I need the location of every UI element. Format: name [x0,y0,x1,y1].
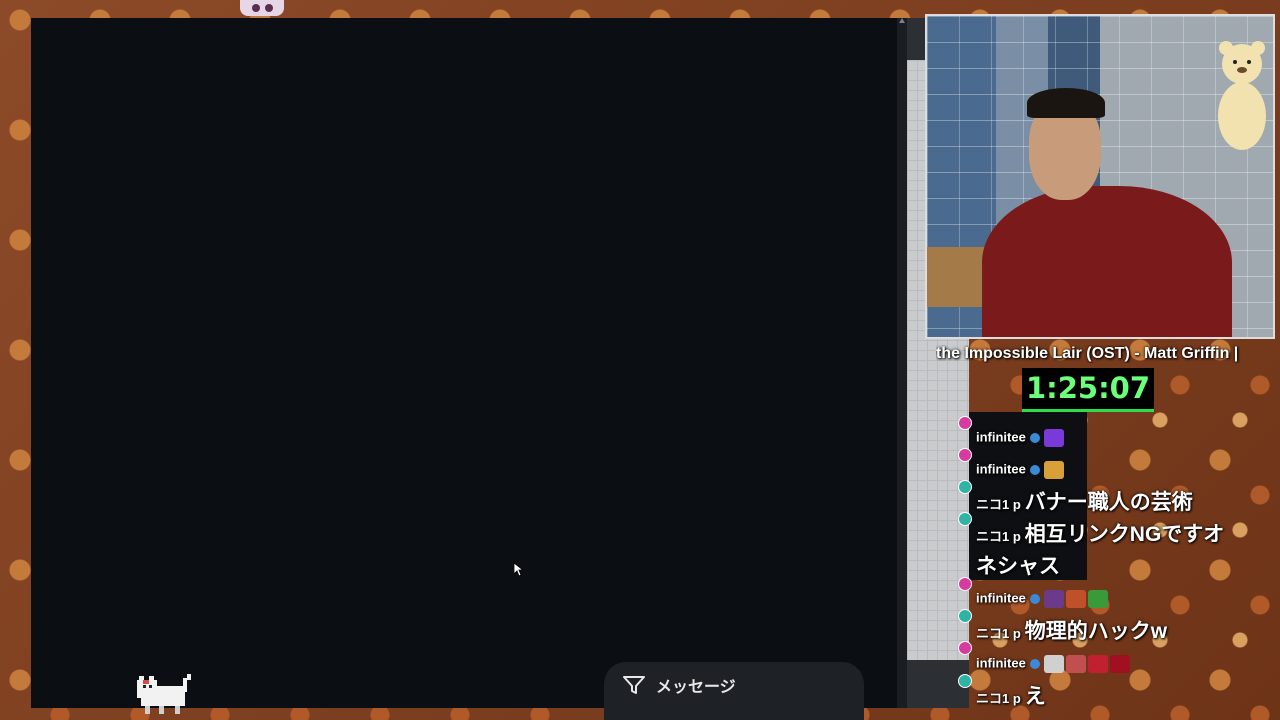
chat-message: infinitee [976,429,1066,447]
chat-message: ニコ1 p 物理的ハックw [976,615,1167,645]
streamer-body [982,186,1232,337]
chat-badge-icon [959,481,971,493]
emote-icon [1043,655,1064,673]
chat-badge-icon [959,513,971,525]
chat-username: infinitee [976,655,1026,671]
chat-badge-icon [959,578,971,590]
chat-message: infinitee [976,461,1066,479]
chat-badge-icon [959,642,971,654]
moderator-icon [1029,433,1040,443]
streamer-hair [1027,88,1105,118]
stream-timer: 1:25:07 [1022,368,1154,412]
chat-text-continuation: ネシャス [976,555,1060,578]
chat-username: infinitee [976,429,1026,445]
chat-message: infinitee [976,590,1110,608]
chat-username: ニコ1 p [976,497,1021,512]
chat-username: ニコ1 p [976,691,1021,706]
scroll-up-arrow-icon[interactable] [899,18,905,23]
moderator-icon [1029,594,1040,604]
cat-sprite-icon [137,674,191,714]
message-label: メッセージ [656,679,736,696]
emote-icon [1109,655,1130,673]
chat-message: infinitee [976,655,1132,673]
chat-badge-icon [959,449,971,461]
emote-icon [1087,655,1108,673]
chat-text: 相互リンクNGですオ [1024,523,1225,546]
teddy-bear-icon [1218,41,1266,150]
main-content-panel[interactable] [31,18,897,708]
message-input-button[interactable]: メッセージ [604,662,864,720]
chat-username: ニコ1 p [976,529,1021,544]
filter-icon [623,676,645,694]
chat-badge-icon [959,417,971,429]
moderator-icon [1029,659,1040,669]
emote-icon [1043,461,1064,479]
emote-icon [1087,590,1108,608]
chat-badge-icon [959,610,971,622]
chat-text: バナー職人の芸術 [1024,491,1193,514]
chat-text: え [1024,685,1046,708]
sprite-character-top [240,0,284,16]
mouse-cursor-icon [514,563,524,577]
webcam-feed [925,14,1275,339]
chat-message: ニコ1 p 相互リンクNGですオ [976,518,1224,548]
chat-message: ニコ1 pえ [976,680,1046,710]
chat-username: infinitee [976,461,1026,477]
emote-icon [1065,590,1086,608]
chat-message: ニコ1 p バナー職人の芸術 [976,486,1193,516]
chat-text: 物理的ハックw [1024,620,1168,643]
moderator-icon [1029,465,1040,475]
chat-username: infinitee [976,590,1026,606]
emote-icon [1065,655,1086,673]
emote-icon [1043,429,1064,447]
chat-username: ニコ1 p [976,626,1021,641]
chat-badge-icon [959,675,971,687]
scrollbar[interactable] [897,18,907,708]
now-playing-title: the Impossible Lair (OST) - Matt Griffin… [936,345,1239,362]
emote-icon [1043,590,1064,608]
